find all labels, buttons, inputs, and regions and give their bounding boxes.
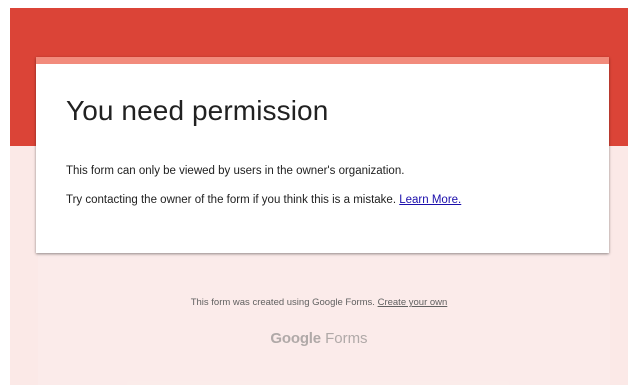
permission-card: You need permission This form can only b… xyxy=(36,57,609,253)
footer-created-label: This form was created using Google Forms… xyxy=(190,297,375,308)
learn-more-link[interactable]: Learn More. xyxy=(399,194,461,206)
card-accent-bar xyxy=(36,57,609,64)
brand-forms-text: Forms xyxy=(325,330,368,347)
footer-panel xyxy=(38,253,610,385)
restriction-message: This form can only be viewed by users in… xyxy=(66,165,405,177)
brand-google-text: Google xyxy=(270,330,321,347)
google-forms-logo[interactable]: Google Forms xyxy=(10,330,628,347)
page-title: You need permission xyxy=(66,95,329,126)
contact-owner-text: Try contacting the owner of the form if … xyxy=(66,194,397,206)
contact-owner-message: Try contacting the owner of the form if … xyxy=(66,194,461,206)
create-your-own-link[interactable]: Create your own xyxy=(378,297,448,308)
footer-created-text: This form was created using Google Forms… xyxy=(10,297,628,308)
page: You need permission This form can only b… xyxy=(10,8,628,385)
